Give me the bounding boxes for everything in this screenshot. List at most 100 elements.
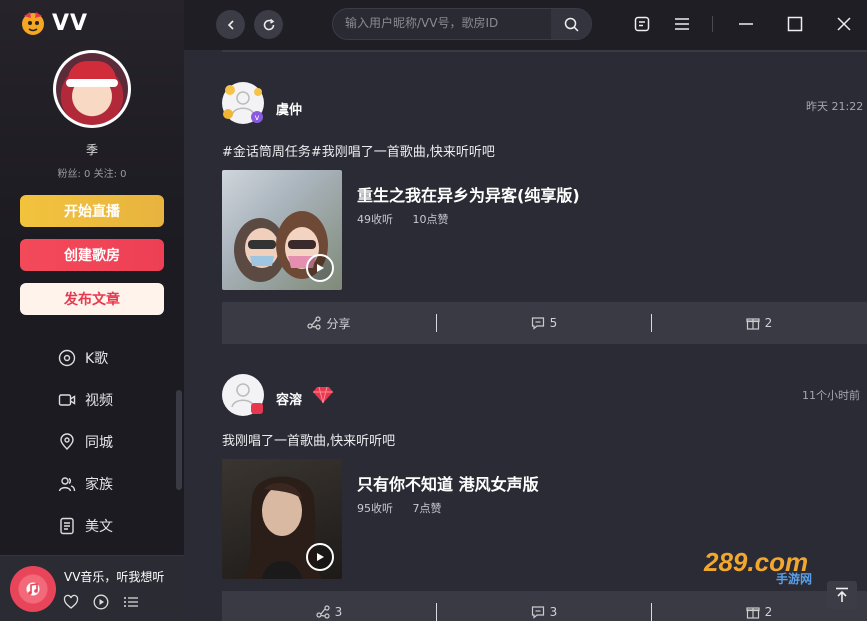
minimize-button[interactable] <box>736 14 756 34</box>
song-meta: 49收听 10点赞 <box>357 211 465 227</box>
maximize-button[interactable] <box>785 14 805 34</box>
sidebar-item-family[interactable]: 家族 <box>58 472 113 496</box>
diamond-badge-icon <box>313 386 333 404</box>
gift-count: 2 <box>764 605 773 619</box>
notes-icon <box>634 16 650 32</box>
share-button[interactable]: 分享 <box>222 315 436 332</box>
share-label: 分享 <box>326 316 351 331</box>
sidebar-item-label: 同城 <box>85 435 113 451</box>
music-disc-icon[interactable] <box>10 566 56 612</box>
comment-button[interactable]: 5 <box>437 316 651 330</box>
sidebar-item-label: 家族 <box>85 477 113 493</box>
comment-count: 3 <box>549 605 558 619</box>
sidebar-item-label: 视频 <box>85 393 113 409</box>
sidebar-item-label: 美文 <box>85 519 113 535</box>
app-brand: VV <box>52 10 89 36</box>
comment-count: 5 <box>549 316 558 330</box>
post-text: 我刚唱了一首歌曲,快来听听吧 <box>222 434 396 449</box>
user-placeholder-icon: v <box>223 85 263 123</box>
song-title[interactable]: 只有你不知道 港风女声版 <box>357 471 539 495</box>
site-watermark: 289.com 手游网 <box>703 547 812 585</box>
create-room-button[interactable]: 创建歌房 <box>20 239 164 271</box>
start-live-button[interactable]: 开始直播 <box>20 195 164 227</box>
sidebar-item-nearby[interactable]: 同城 <box>58 430 113 454</box>
play-count: 95收听 <box>357 502 393 515</box>
video-icon <box>58 394 76 406</box>
location-pin-icon <box>60 433 74 450</box>
document-icon <box>60 517 74 535</box>
svg-text:v: v <box>255 113 260 122</box>
refresh-icon <box>263 18 274 30</box>
post-actions: 分享 5 2 <box>222 302 867 344</box>
notes-button[interactable] <box>632 14 652 34</box>
playlist-icon[interactable] <box>123 594 139 610</box>
maximize-icon <box>787 16 803 32</box>
post-actions: 3 3 2 <box>222 591 867 621</box>
search-box <box>332 8 592 40</box>
close-icon <box>837 17 851 31</box>
chevron-left-icon <box>227 19 234 30</box>
mini-player: VV音乐，听我想听 <box>0 555 184 621</box>
comment-button[interactable]: 3 <box>437 605 651 619</box>
share-icon <box>316 605 330 619</box>
song-cover[interactable] <box>222 170 342 290</box>
username: 季 <box>85 143 98 157</box>
song-cover[interactable] <box>222 459 342 579</box>
arrow-up-icon <box>836 587 848 602</box>
feed: v 虞仲 昨天 21:22 #金话筒周任务#我刚唱了一首歌曲,快来听听吧 重生之… <box>184 50 867 621</box>
share-button[interactable]: 3 <box>222 605 436 619</box>
gift-icon <box>746 318 760 330</box>
heart-icon[interactable] <box>63 594 79 610</box>
comment-icon <box>531 606 544 619</box>
play-count: 49收听 <box>357 213 393 226</box>
sidebar-item-video[interactable]: 视频 <box>58 388 113 412</box>
app-logo[interactable]: VV <box>18 8 88 38</box>
post-text: #金话筒周任务#我刚唱了一首歌曲,快来听听吧 <box>222 145 495 160</box>
post-author[interactable]: 虞仲 <box>276 99 302 118</box>
sidebar-item-label: K歌 <box>85 351 109 367</box>
user-avatar[interactable] <box>53 50 131 128</box>
menu-button[interactable] <box>672 14 692 34</box>
family-icon <box>58 477 76 492</box>
sidebar-scrollbar[interactable] <box>176 390 182 490</box>
scroll-to-top-button[interactable] <box>827 581 857 609</box>
sidebar-item-ktv[interactable]: K歌 <box>58 346 108 370</box>
gift-count: 2 <box>764 316 773 330</box>
gift-icon <box>746 607 760 619</box>
user-placeholder-icon <box>231 383 263 414</box>
post-time: 昨天 21:22 <box>806 100 864 113</box>
gift-button[interactable]: 2 <box>652 316 866 330</box>
top-bar <box>184 0 867 50</box>
sidebar-item-articles[interactable]: 美文 <box>58 514 113 538</box>
search-icon <box>564 17 579 32</box>
play-icon[interactable] <box>306 543 334 571</box>
mic-disc-icon <box>58 349 76 367</box>
vv-logo-icon <box>18 8 48 38</box>
minimize-icon <box>739 23 753 25</box>
previous-post-bar <box>222 50 867 52</box>
close-button[interactable] <box>834 14 854 34</box>
post-author[interactable]: 容溶 <box>276 389 302 408</box>
share-count: 3 <box>334 605 343 619</box>
follow-stats: 粉丝: 0 关注: 0 <box>57 169 127 180</box>
menu-icon <box>675 18 689 30</box>
player-title: VV音乐，听我想听 <box>64 570 165 584</box>
comment-icon <box>531 317 544 330</box>
post-time: 11个小时前 <box>802 389 860 402</box>
like-count: 7点赞 <box>412 502 442 515</box>
watermark-sub: 手游网 <box>776 571 812 585</box>
post-avatar[interactable]: v <box>222 82 264 124</box>
divider <box>712 16 713 32</box>
song-title[interactable]: 重生之我在异乡为异客(纯享版) <box>357 182 580 206</box>
song-meta: 95收听 7点赞 <box>357 500 458 516</box>
publish-article-button[interactable]: 发布文章 <box>20 283 164 315</box>
refresh-button[interactable] <box>254 10 283 39</box>
search-input[interactable] <box>345 16 545 30</box>
back-button[interactable] <box>216 10 245 39</box>
like-count: 10点赞 <box>412 213 449 226</box>
post-avatar[interactable] <box>222 374 264 416</box>
play-icon[interactable] <box>93 594 109 610</box>
search-button[interactable] <box>551 9 591 39</box>
play-icon[interactable] <box>306 254 334 282</box>
share-icon <box>307 316 322 330</box>
